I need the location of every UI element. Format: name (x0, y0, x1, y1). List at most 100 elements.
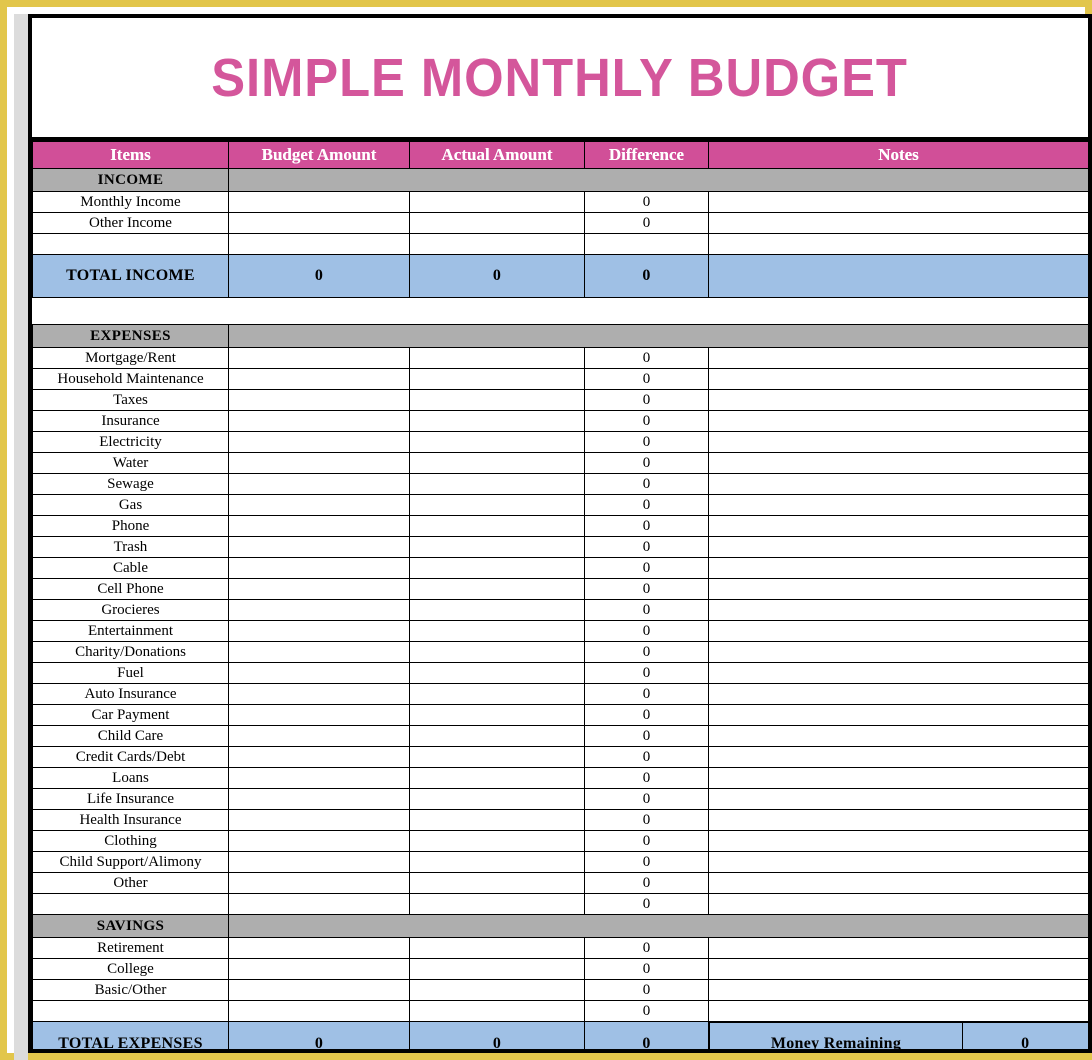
cell-item-label[interactable]: Sewage (32, 473, 229, 495)
cell-actual-amount[interactable] (409, 473, 585, 495)
cell-item-label[interactable]: Grocieres (32, 599, 229, 621)
cell-actual-amount[interactable] (409, 725, 585, 747)
cell-budget-amount[interactable] (228, 830, 410, 852)
cell-actual-amount[interactable] (409, 536, 585, 558)
cell-actual-amount[interactable] (409, 191, 585, 213)
cell-actual-amount[interactable] (409, 494, 585, 516)
cell-item-label[interactable]: Life Insurance (32, 788, 229, 810)
cell-actual-amount[interactable] (409, 1000, 585, 1022)
cell-budget-amount[interactable] (228, 212, 410, 234)
cell-budget-amount[interactable] (228, 872, 410, 894)
cell-item-label[interactable] (32, 233, 229, 255)
cell-item-label[interactable]: Child Care (32, 725, 229, 747)
cell-budget-amount[interactable] (228, 809, 410, 831)
cell-actual-amount[interactable] (409, 830, 585, 852)
cell-budget-amount[interactable] (228, 893, 410, 915)
cell-budget-amount[interactable] (228, 662, 410, 684)
cell-budget-amount[interactable] (228, 431, 410, 453)
cell-budget-amount[interactable] (228, 1000, 410, 1022)
cell-notes[interactable] (708, 662, 1088, 684)
cell-actual-amount[interactable] (409, 233, 585, 255)
cell-notes[interactable] (708, 788, 1088, 810)
cell-budget-amount[interactable] (228, 937, 410, 959)
cell-item-label[interactable]: Household Maintenance (32, 368, 229, 390)
cell-notes[interactable] (708, 851, 1088, 873)
cell-actual-amount[interactable] (409, 641, 585, 663)
cell-actual-amount[interactable] (409, 788, 585, 810)
cell-actual-amount[interactable] (409, 979, 585, 1001)
cell-notes[interactable] (708, 958, 1088, 980)
cell-item-label[interactable]: College (32, 958, 229, 980)
cell-notes[interactable] (708, 212, 1088, 234)
cell-item-label[interactable]: Gas (32, 494, 229, 516)
cell-notes[interactable] (708, 191, 1088, 213)
cell-actual-amount[interactable] (409, 746, 585, 768)
cell-budget-amount[interactable] (228, 536, 410, 558)
cell-actual-amount[interactable] (409, 410, 585, 432)
cell-item-label[interactable]: Other Income (32, 212, 229, 234)
cell-item-label[interactable]: Child Support/Alimony (32, 851, 229, 873)
cell-notes[interactable] (708, 872, 1088, 894)
cell-budget-amount[interactable] (228, 641, 410, 663)
cell-budget-amount[interactable] (228, 599, 410, 621)
cell-actual-amount[interactable] (409, 704, 585, 726)
cell-budget-amount[interactable] (228, 767, 410, 789)
cell-notes[interactable] (708, 620, 1088, 642)
cell-notes[interactable] (708, 979, 1088, 1001)
cell-notes[interactable] (708, 641, 1088, 663)
cell-item-label[interactable]: Taxes (32, 389, 229, 411)
cell-notes[interactable] (708, 347, 1088, 369)
cell-actual-amount[interactable] (409, 578, 585, 600)
cell-budget-amount[interactable] (228, 578, 410, 600)
cell-actual-amount[interactable] (409, 851, 585, 873)
cell-item-label[interactable]: Clothing (32, 830, 229, 852)
cell-notes[interactable] (708, 599, 1088, 621)
cell-item-label[interactable]: Other (32, 872, 229, 894)
cell-actual-amount[interactable] (409, 893, 585, 915)
cell-budget-amount[interactable] (228, 704, 410, 726)
cell-actual-amount[interactable] (409, 515, 585, 537)
cell-actual-amount[interactable] (409, 347, 585, 369)
cell-actual-amount[interactable] (409, 937, 585, 959)
cell-item-label[interactable]: Water (32, 452, 229, 474)
cell-notes[interactable] (708, 368, 1088, 390)
cell-actual-amount[interactable] (409, 212, 585, 234)
cell-actual-amount[interactable] (409, 452, 585, 474)
cell-item-label[interactable] (32, 1000, 229, 1022)
cell-actual-amount[interactable] (409, 389, 585, 411)
cell-budget-amount[interactable] (228, 788, 410, 810)
cell-notes[interactable] (708, 893, 1088, 915)
cell-actual-amount[interactable] (409, 599, 585, 621)
cell-notes[interactable] (708, 557, 1088, 579)
cell-notes[interactable] (708, 389, 1088, 411)
cell-budget-amount[interactable] (228, 620, 410, 642)
cell-actual-amount[interactable] (409, 557, 585, 579)
cell-actual-amount[interactable] (409, 767, 585, 789)
cell-notes[interactable] (708, 1000, 1088, 1022)
cell-notes[interactable] (708, 410, 1088, 432)
cell-budget-amount[interactable] (228, 410, 410, 432)
cell-budget-amount[interactable] (228, 494, 410, 516)
cell-notes[interactable] (708, 494, 1088, 516)
cell-item-label[interactable]: Loans (32, 767, 229, 789)
cell-item-label[interactable]: Mortgage/Rent (32, 347, 229, 369)
cell-notes[interactable] (708, 725, 1088, 747)
cell-notes[interactable] (708, 830, 1088, 852)
cell-budget-amount[interactable] (228, 851, 410, 873)
cell-budget-amount[interactable] (228, 473, 410, 495)
cell-budget-amount[interactable] (228, 746, 410, 768)
cell-budget-amount[interactable] (228, 191, 410, 213)
cell-notes[interactable] (708, 704, 1088, 726)
cell-notes[interactable] (708, 767, 1088, 789)
cell-item-label[interactable]: Health Insurance (32, 809, 229, 831)
cell-item-label[interactable]: Phone (32, 515, 229, 537)
cell-item-label[interactable]: Insurance (32, 410, 229, 432)
cell-notes[interactable] (708, 578, 1088, 600)
cell-item-label[interactable]: Car Payment (32, 704, 229, 726)
cell-budget-amount[interactable] (228, 725, 410, 747)
cell-item-label[interactable]: Basic/Other (32, 979, 229, 1001)
cell-notes[interactable] (708, 536, 1088, 558)
cell-budget-amount[interactable] (228, 958, 410, 980)
cell-notes[interactable] (708, 431, 1088, 453)
cell-item-label[interactable]: Charity/Donations (32, 641, 229, 663)
